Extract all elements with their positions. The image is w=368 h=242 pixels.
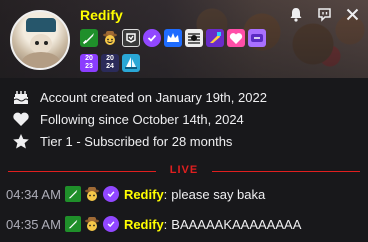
card-controls — [288, 6, 360, 22]
badge-2023-top: 20 — [85, 55, 93, 62]
following-text: Following since October 14th, 2024 — [40, 111, 244, 127]
sword-badge-icon[interactable] — [80, 29, 98, 47]
badge-2024-top: 20 — [106, 55, 114, 62]
sail-badge-icon[interactable] — [122, 54, 140, 72]
message-text: BAAAAAKAAAAAAAA — [171, 216, 302, 232]
heart-badge-icon[interactable] — [227, 29, 245, 47]
badge-row-secondary: 20 23 20 24 — [80, 54, 140, 72]
following-row: Following since October 14th, 2024 — [10, 108, 267, 130]
message-author[interactable]: Redify — [124, 217, 164, 232]
user-info-list: Account created on January 19th, 2022 Fo… — [10, 86, 267, 152]
subscription-text: Tier 1 - Subscribed for 28 months — [40, 133, 233, 149]
sword-badge-icon[interactable] — [64, 186, 81, 202]
message-colon: : — [163, 216, 168, 232]
purple-badge-icon[interactable] — [248, 29, 266, 47]
bell-icon[interactable] — [288, 6, 304, 22]
avatar-eye — [35, 41, 39, 45]
sword-badge-icon[interactable] — [64, 216, 81, 232]
account-created-row: Account created on January 19th, 2022 — [10, 86, 267, 108]
chat-message[interactable]: 04:35 AM Redify: BAAAAAKAAAAAAAA — [6, 216, 301, 232]
lines-badge-icon[interactable] — [185, 29, 203, 47]
badge-2023[interactable]: 20 23 — [80, 54, 98, 72]
subscription-row: Tier 1 - Subscribed for 28 months — [10, 130, 267, 152]
verified-badge-icon[interactable] — [102, 186, 119, 202]
avatar[interactable] — [10, 10, 70, 70]
avatar-hat — [26, 18, 56, 32]
message-colon: : — [163, 186, 168, 202]
cowboy-badge-icon[interactable] — [101, 29, 119, 47]
cowboy-badge-icon[interactable] — [84, 186, 100, 202]
badge-2024-bottom: 24 — [106, 63, 114, 70]
live-label: LIVE — [169, 164, 199, 176]
whisper-icon[interactable] — [316, 6, 332, 22]
message-timestamp: 04:34 AM — [6, 186, 61, 202]
username[interactable]: Redify — [80, 7, 123, 23]
chat-message[interactable]: 04:34 AM Redify: please say baka — [6, 186, 265, 202]
message-text: please say baka — [171, 186, 266, 202]
quill-badge-icon[interactable] — [206, 29, 224, 47]
cake-icon — [10, 88, 32, 106]
message-author[interactable]: Redify — [124, 187, 164, 202]
verified-badge-icon[interactable] — [102, 216, 119, 232]
badge-2024[interactable]: 20 24 — [101, 54, 119, 72]
account-created-text: Account created on January 19th, 2022 — [40, 89, 267, 105]
heart-icon — [10, 110, 32, 128]
message-timestamp: 04:35 AM — [6, 216, 61, 232]
live-divider: LIVE — [0, 164, 368, 176]
crown-badge-icon[interactable] — [164, 29, 182, 47]
user-card: Redify 20 23 20 24 Account created on Ja… — [0, 0, 368, 242]
avatar-body — [22, 52, 60, 68]
badge-row-primary — [80, 29, 266, 47]
close-icon[interactable] — [344, 6, 360, 22]
star-icon — [10, 132, 32, 150]
cowboy-badge-icon[interactable] — [84, 216, 100, 232]
prime-badge-icon[interactable] — [122, 29, 140, 47]
avatar-eye — [44, 41, 48, 45]
badge-2023-bottom: 23 — [85, 63, 93, 70]
verified-badge-icon[interactable] — [143, 29, 161, 47]
avatar-face — [30, 34, 52, 54]
